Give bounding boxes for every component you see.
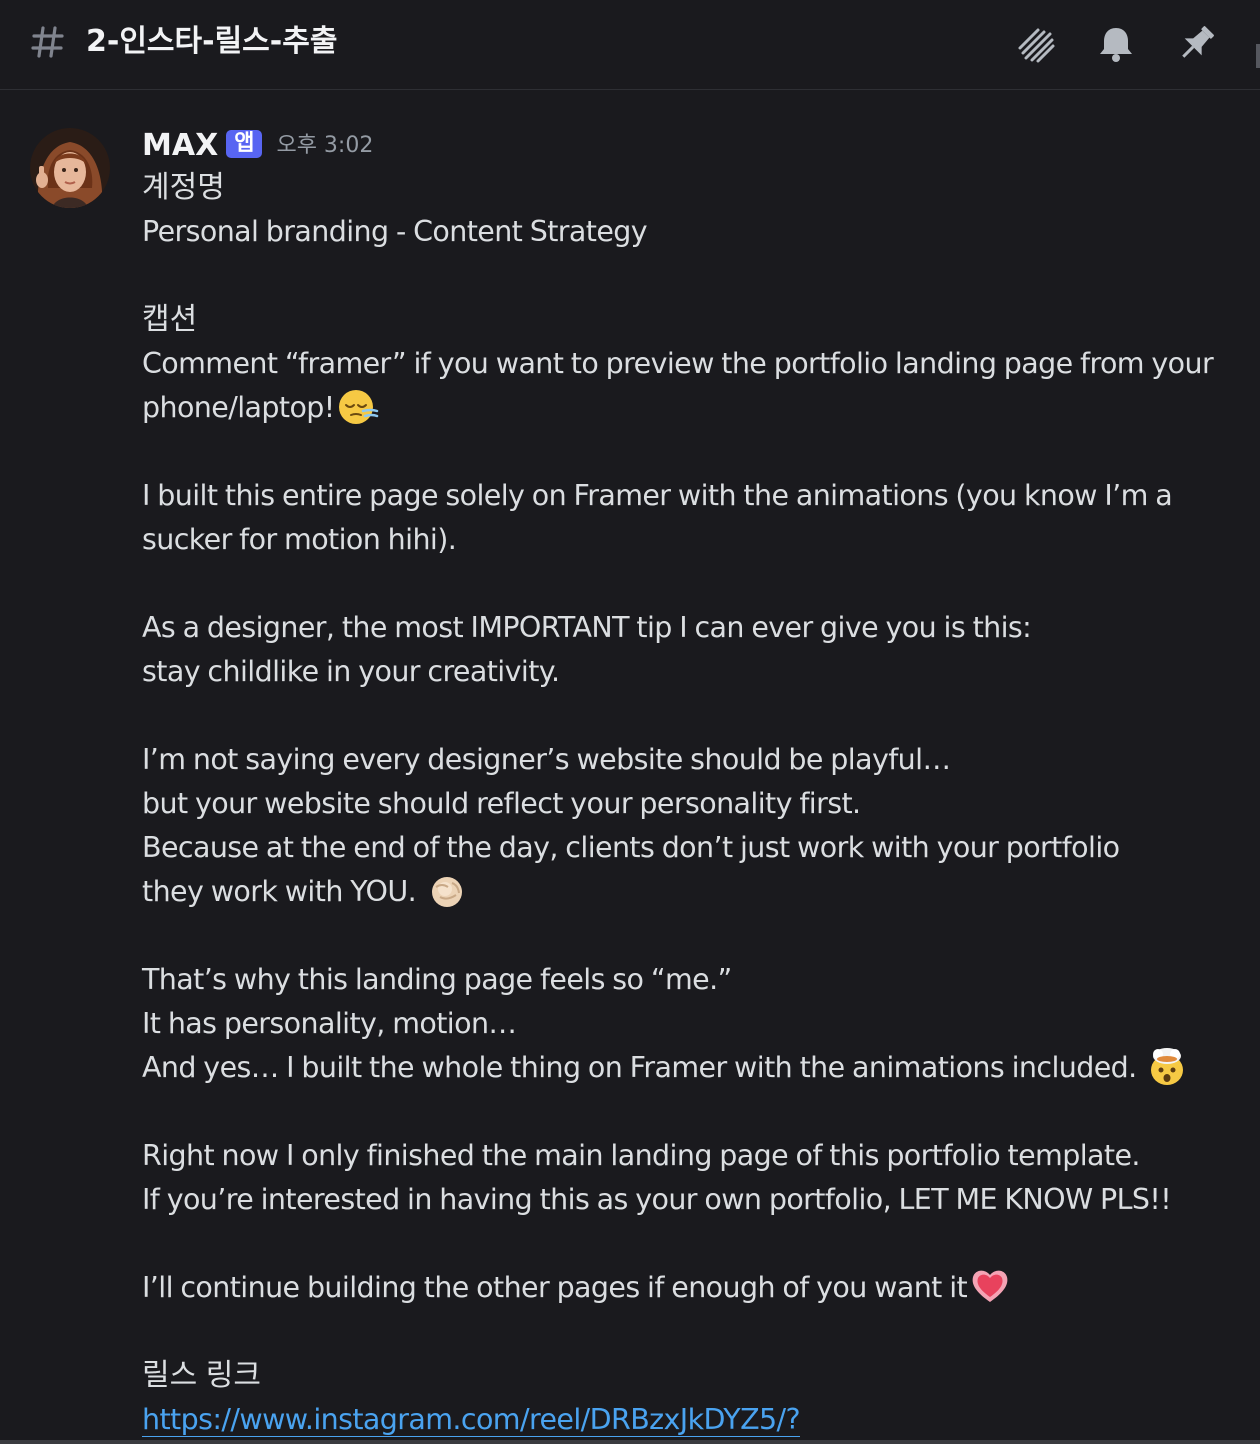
pin-icon[interactable] [1174,22,1218,66]
scrollbar-edge[interactable] [1256,44,1260,68]
message-line: I’m not saying every designer’s website … [142,743,951,776]
message-line: Personal branding - Content Strategy [142,215,648,248]
message-line-with-emoji: they work with YOU. [142,870,1242,914]
channel-name[interactable]: 2-인스타-릴스-추출 [86,22,337,62]
message-line [142,562,1242,606]
message-line [142,1222,1242,1266]
sleeping-face-emoji [337,385,379,427]
message-line: 캡션 [142,302,198,337]
message-line-with-emoji: And yes… I built the whole thing on Fram… [142,1046,1242,1090]
message-text: they work with YOU. [142,875,424,908]
channel-header: 2-인스타-릴스-추출 [0,0,1260,90]
avatar[interactable] [30,128,110,208]
heart-emoji [969,1265,1011,1307]
message-line: I built this entire page solely on Frame… [142,479,1173,512]
message-line: If you’re interested in having this as y… [142,1183,1172,1216]
hashtag-icon [30,22,66,62]
username[interactable]: MAX [142,126,218,166]
message-line: Because at the end of the day, clients d… [142,831,1120,864]
bell-icon[interactable] [1094,22,1138,66]
message-line [142,914,1242,958]
timestamp[interactable]: 오후 3:02 [276,126,373,166]
message-line-with-emoji: phone/laptop! [142,386,1242,430]
message-line [142,694,1242,738]
message-line: 계정명 [142,170,225,205]
reel-link[interactable]: https://www.instagram.com/reel/DRBzxJkDY… [142,1403,801,1437]
message-line: Comment “framer” if you want to preview … [142,347,1214,380]
message-text: And yes… I built the whole thing on Fram… [142,1051,1145,1084]
exploding-head-emoji [1146,1045,1188,1087]
message-text: I’ll continue building the other pages i… [142,1271,968,1304]
scroll-edge [0,1440,1260,1444]
message-line [142,430,1242,474]
message-line: but your website should reflect your per… [142,787,861,820]
message-line: stay childlike in your creativity. [142,655,560,688]
message-text: phone/laptop! [142,391,335,424]
message-line [142,254,1242,298]
app-badge: 앱 [226,130,263,158]
message-line: sucker for motion hihi). [142,523,457,556]
link-line: https://www.instagram.com/reel/DRBzxJkDY… [142,1398,1242,1442]
pointing-at-viewer-emoji [426,869,468,911]
message-line [142,1310,1242,1354]
message-line: As a designer, the most IMPORTANT tip I … [142,611,1032,644]
message-line-with-emoji: I’ll continue building the other pages i… [142,1266,1242,1310]
message-line [142,1090,1242,1134]
message-header: MAX 앱 오후 3:02 [142,126,373,166]
message-content: 계정명 Personal branding - Content Strategy… [142,166,1242,1442]
message-line: Right now I only finished the main landi… [142,1139,1140,1172]
message-line: It has personality, motion… [142,1007,517,1040]
threads-icon[interactable] [1014,22,1058,66]
message-line: That’s why this landing page feels so “m… [142,963,732,996]
message-line: 릴스 링크 [142,1358,261,1393]
